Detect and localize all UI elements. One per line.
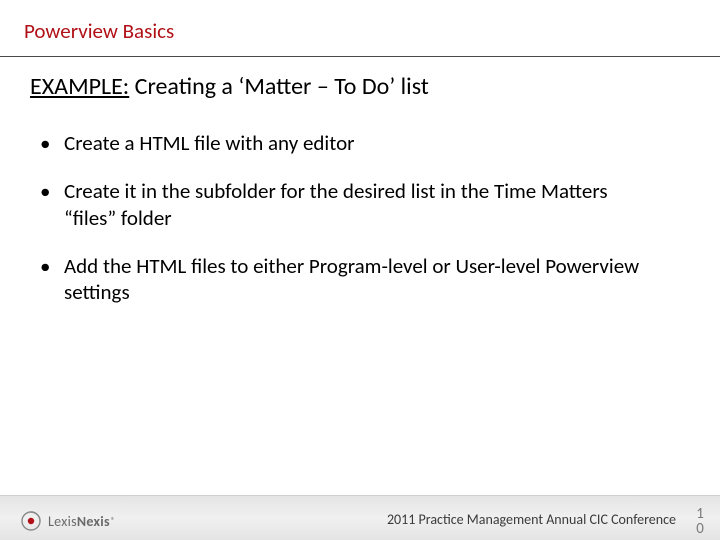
logo-text-lexis: Lexis xyxy=(48,513,77,530)
page-number: 1 0 xyxy=(690,507,710,539)
footer-bar: LexisNexis® 2011 Practice Management Ann… xyxy=(0,495,720,540)
subtitle-underlined: EXAMPLE: xyxy=(30,72,129,101)
page-number-bottom: 0 xyxy=(690,522,710,538)
logo-text-nexis: Nexis xyxy=(77,513,110,530)
lexisnexis-logo: LexisNexis® xyxy=(20,510,115,532)
slide: Powerview Basics EXAMPLE: Creating a ‘Ma… xyxy=(0,0,720,540)
slide-subtitle: EXAMPLE: Creating a ‘Matter – To Do’ lis… xyxy=(30,72,429,101)
bullet-item: Add the HTML files to either Program-lev… xyxy=(40,253,660,306)
bullet-item: Create it in the subfolder for the desir… xyxy=(40,178,660,231)
divider xyxy=(0,56,720,57)
bullet-list: Create a HTML file with any editor Creat… xyxy=(40,130,660,327)
bullet-item: Create a HTML file with any editor xyxy=(40,130,660,156)
logo-reg: ® xyxy=(111,516,115,526)
footer-text: 2011 Practice Management Annual CIC Conf… xyxy=(387,511,676,528)
subtitle-rest: Creating a ‘Matter – To Do’ list xyxy=(129,72,429,101)
section-title: Powerview Basics xyxy=(24,18,174,44)
logo-icon xyxy=(20,510,42,532)
